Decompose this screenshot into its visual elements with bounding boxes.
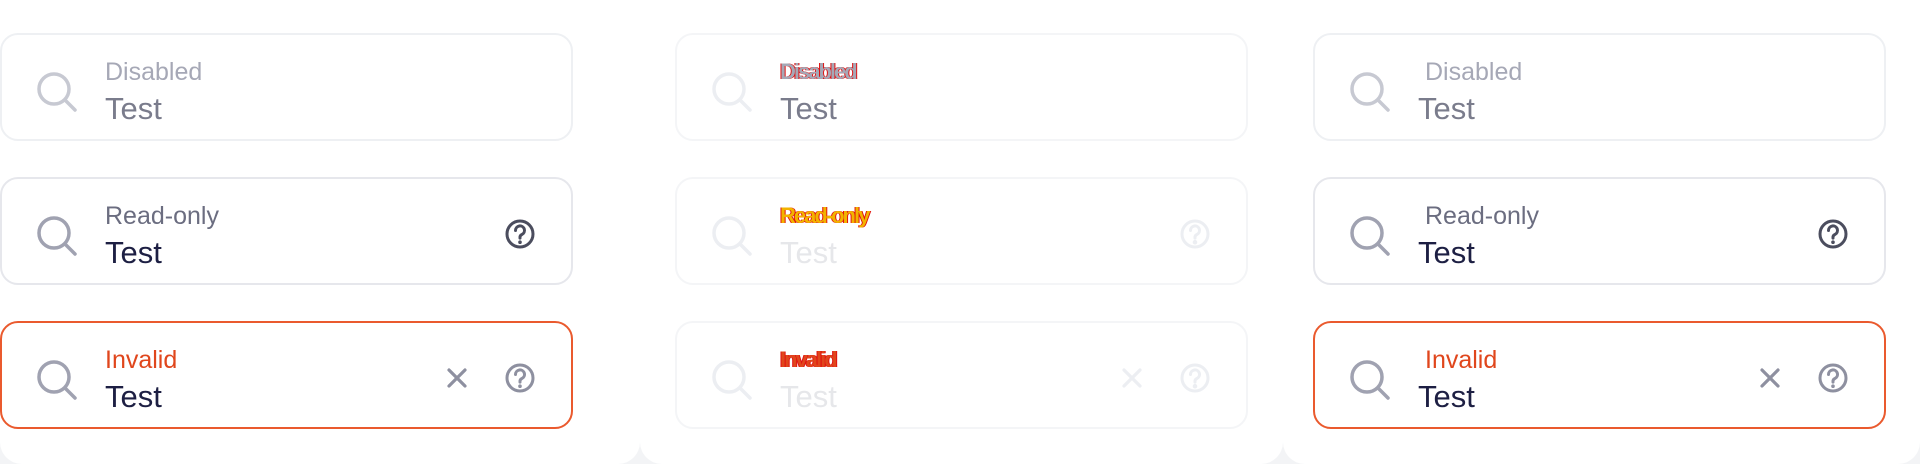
search-icon bbox=[712, 360, 752, 400]
disabled-search-field: Disabled Test bbox=[675, 33, 1248, 141]
field-value: Test bbox=[780, 235, 837, 270]
invalid-search-field[interactable]: Invalid Test bbox=[675, 321, 1248, 429]
field-label: Invalid bbox=[105, 346, 178, 374]
field-label: Disabled bbox=[780, 59, 858, 84]
help-circle-icon[interactable] bbox=[1179, 362, 1211, 394]
invalid-search-field[interactable]: Invalid Test bbox=[0, 321, 573, 429]
panel-right: Disabled Test Read-only Test Invalid Tes… bbox=[1283, 0, 1920, 464]
field-value: Test bbox=[1418, 379, 1475, 414]
search-icon bbox=[1350, 360, 1390, 400]
close-icon[interactable] bbox=[1756, 364, 1784, 392]
field-value: Test bbox=[105, 379, 162, 414]
search-icon bbox=[37, 360, 77, 400]
search-icon bbox=[1350, 72, 1390, 112]
search-icon bbox=[1350, 216, 1390, 256]
close-icon[interactable] bbox=[1118, 364, 1146, 392]
search-icon bbox=[37, 72, 77, 112]
invalid-search-field[interactable]: Invalid Test bbox=[1313, 321, 1886, 429]
field-label: Disabled bbox=[1425, 58, 1523, 86]
readonly-search-field[interactable]: Read-only Test bbox=[1313, 177, 1886, 285]
help-circle-icon[interactable] bbox=[1817, 218, 1849, 250]
search-icon bbox=[712, 216, 752, 256]
field-label: Invalid bbox=[1425, 346, 1498, 374]
readonly-search-field[interactable]: Read-only Test bbox=[0, 177, 573, 285]
close-icon[interactable] bbox=[443, 364, 471, 392]
field-value: Test bbox=[1418, 91, 1475, 126]
help-circle-icon[interactable] bbox=[1817, 362, 1849, 394]
disabled-search-field: Disabled Test bbox=[0, 33, 573, 141]
stage: Disabled Test Read-only Test Invalid Tes… bbox=[0, 0, 1920, 464]
help-circle-icon[interactable] bbox=[1179, 218, 1211, 250]
help-circle-icon[interactable] bbox=[504, 362, 536, 394]
help-circle-icon[interactable] bbox=[504, 218, 536, 250]
field-label: Disabled bbox=[105, 58, 203, 86]
field-value: Test bbox=[780, 379, 837, 414]
field-label: Read-only bbox=[780, 203, 870, 228]
search-icon bbox=[712, 72, 752, 112]
search-icon bbox=[37, 216, 77, 256]
field-label: Invalid bbox=[780, 347, 838, 372]
field-label: Read-only bbox=[105, 202, 219, 230]
field-value: Test bbox=[105, 91, 162, 126]
panel-left: Disabled Test Read-only Test Invalid Tes… bbox=[0, 0, 640, 464]
disabled-search-field: Disabled Test bbox=[1313, 33, 1886, 141]
field-value: Test bbox=[780, 91, 837, 126]
field-label: Read-only bbox=[1425, 202, 1539, 230]
field-value: Test bbox=[1418, 235, 1475, 270]
field-value: Test bbox=[105, 235, 162, 270]
readonly-search-field[interactable]: Read-only Test bbox=[675, 177, 1248, 285]
panel-middle: Disabled Test Read-only Test Invalid Tes… bbox=[640, 0, 1283, 464]
